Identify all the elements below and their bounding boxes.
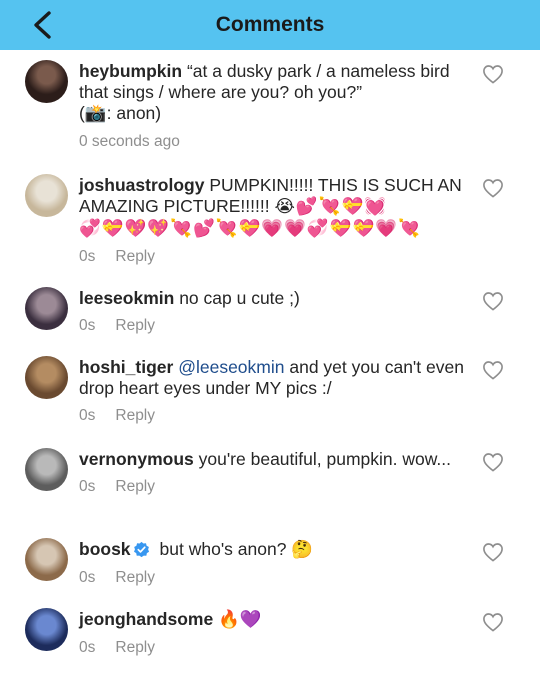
- reply-button[interactable]: Reply: [115, 637, 155, 658]
- comment-time: 0s: [79, 248, 96, 265]
- comment-body: no cap u cute ;): [179, 288, 300, 308]
- comment-text: leeseokmin no cap u cute ;): [79, 288, 469, 309]
- heart-icon[interactable]: [482, 291, 504, 311]
- comment-time: 0s: [79, 317, 96, 334]
- heart-icon[interactable]: [482, 178, 504, 198]
- comment-username[interactable]: leeseokmin: [79, 288, 174, 308]
- reply-button[interactable]: Reply: [115, 476, 155, 497]
- comment-text: heybumpkin “at a dusky park / a nameless…: [79, 61, 450, 124]
- reply-button[interactable]: Reply: [115, 405, 155, 426]
- comment-time: 0s: [79, 407, 96, 424]
- avatar[interactable]: [25, 174, 68, 217]
- comment-text: boosk but who's anon? 🤔: [79, 539, 469, 561]
- heart-icon[interactable]: [482, 360, 504, 380]
- emoji-text: 😭💕💘💝💓: [274, 197, 388, 217]
- verified-badge-icon: [133, 541, 149, 558]
- comment-text: jeonghandsome 🔥💜: [79, 609, 469, 631]
- comment-time: 0s: [79, 569, 96, 586]
- avatar[interactable]: [25, 538, 68, 581]
- comment-username[interactable]: vernonymous: [79, 449, 194, 469]
- heart-icon[interactable]: [482, 542, 504, 562]
- header-bar: Comments: [0, 0, 540, 50]
- heart-icon[interactable]: [482, 612, 504, 632]
- comment-text: vernonymous you're beautiful, pumpkin. w…: [79, 449, 469, 470]
- page-title: Comments: [215, 13, 325, 36]
- fire-purple-heart-icon: 🔥💜: [218, 610, 262, 630]
- avatar[interactable]: [25, 287, 68, 330]
- avatar[interactable]: [25, 60, 68, 103]
- comment-time: 0 seconds ago: [79, 133, 180, 150]
- reply-button[interactable]: Reply: [115, 246, 155, 267]
- comment-time: 0s: [79, 478, 96, 495]
- comment-body: you're beautiful, pumpkin. wow...: [198, 449, 451, 469]
- heart-icon[interactable]: [482, 452, 504, 472]
- comment-username[interactable]: jeonghandsome: [79, 609, 213, 629]
- reply-button[interactable]: Reply: [115, 315, 155, 336]
- comment-text: hoshi_tiger @leeseokmin and yet you can'…: [79, 357, 469, 399]
- camera-icon: 📸: [84, 104, 107, 124]
- chevron-left-icon: [34, 11, 51, 39]
- comment-text: joshuastrology PUMPKIN!!!!! THIS IS SUCH…: [79, 175, 469, 240]
- avatar[interactable]: [25, 356, 68, 399]
- comment-username[interactable]: boosk: [79, 539, 131, 559]
- emoji-text: 💞💝💖💖💘💕💘💝💗💗💞💝💝💗💘: [79, 219, 421, 239]
- avatar[interactable]: [25, 608, 68, 651]
- heart-icon[interactable]: [482, 64, 504, 84]
- back-button[interactable]: [22, 6, 62, 44]
- comment-body: but who's anon?: [159, 539, 287, 559]
- comment-username[interactable]: heybumpkin: [79, 61, 182, 81]
- comment-time: 0s: [79, 639, 96, 656]
- comment-username[interactable]: hoshi_tiger: [79, 357, 173, 377]
- thinking-face-icon: 🤔: [291, 540, 314, 560]
- avatar[interactable]: [25, 448, 68, 491]
- comment-username[interactable]: joshuastrology: [79, 175, 204, 195]
- reply-button[interactable]: Reply: [115, 567, 155, 588]
- mention-link[interactable]: @leeseokmin: [178, 357, 284, 377]
